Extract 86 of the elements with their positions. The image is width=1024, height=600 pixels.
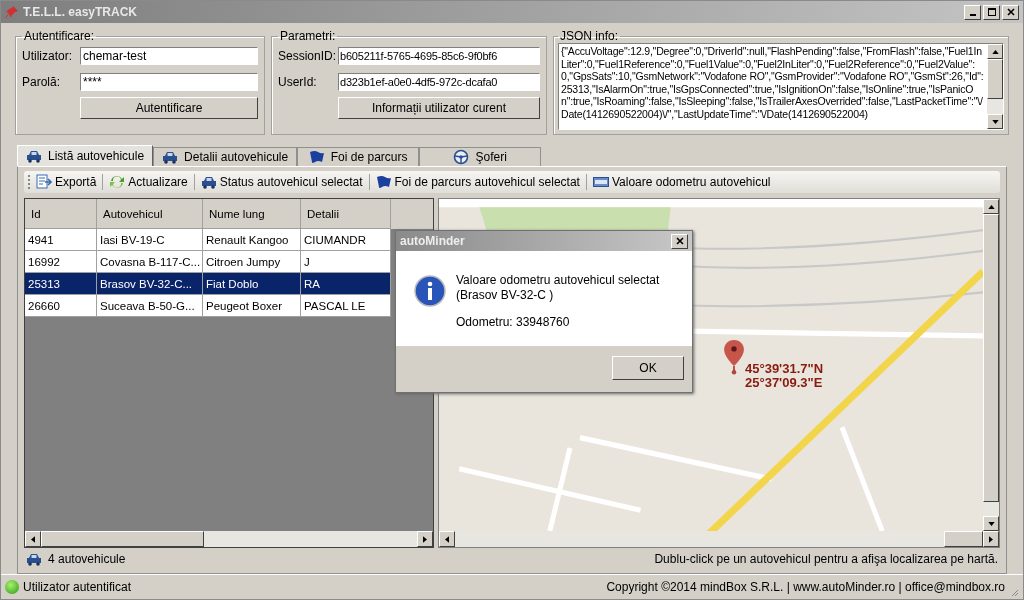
scroll-right-button[interactable] (417, 531, 433, 547)
arrow-right-icon (989, 535, 993, 543)
arrow-up-icon (991, 49, 999, 54)
table-row[interactable]: 16992 Covasna B-117-C... Citroen Jumpy J (25, 251, 391, 273)
scroll-up-button[interactable] (987, 44, 1003, 59)
login-button[interactable]: Autentificare (80, 97, 258, 119)
export-icon (36, 174, 52, 190)
hint-text: Dublu-click pe un autovehicul pentru a afişa localizarea pe hartă. (654, 552, 998, 566)
table-cell: PASCAL LE (301, 295, 391, 317)
odometer-icon (592, 176, 609, 188)
coordinate-label: 25°37'09.3"E (745, 376, 824, 390)
table-row[interactable]: 26660 Suceava B-50-G... Peugeot Boxer PASCAL LE (25, 295, 391, 317)
dialog-message: (Brasov BV-32-C ) (456, 288, 555, 303)
user-info-button[interactable]: Informații utilizator curent (338, 97, 540, 119)
toolbar-button[interactable]: Valoare odometru autovehicul (592, 175, 771, 189)
table-cell: 26660 (25, 295, 97, 317)
scroll-down-button[interactable] (983, 516, 999, 531)
field-label: UserId: (278, 75, 318, 89)
maximize-button[interactable] (983, 4, 1000, 20)
maximize-icon (986, 7, 997, 17)
info-icon (414, 275, 446, 307)
table-cell: Peugeot Boxer (203, 295, 301, 317)
toolbar-button[interactable]: Actualizare (109, 174, 188, 190)
arrow-left-icon (31, 535, 35, 543)
car-icon (162, 150, 179, 164)
arrow-down-icon (991, 119, 999, 124)
window-title: T.E.L.L. easyTRACK (23, 5, 138, 19)
scrollbar-thumb[interactable] (41, 531, 205, 547)
group-title: JSON info: (559, 29, 620, 43)
group-title: Parametri: (279, 29, 337, 43)
status-text: Utilizator autentificat (23, 580, 132, 594)
coordinate-label: 45°39'31.7"N (745, 362, 824, 376)
arrow-right-icon (423, 535, 427, 543)
pushpin-icon (5, 5, 19, 19)
tab[interactable]: Detalii autovehicule (153, 147, 298, 166)
car-icon (26, 552, 42, 566)
flag-icon (308, 150, 325, 164)
table-cell: Suceava B-50-G... (97, 295, 203, 317)
status-light-icon (5, 580, 19, 594)
resize-grip-icon[interactable] (1009, 587, 1019, 597)
toolbar-button[interactable]: Exportă (36, 174, 97, 190)
minimize-button[interactable] (964, 4, 981, 20)
close-icon (1005, 7, 1016, 17)
scrollbar-thumb[interactable] (987, 59, 1003, 99)
arrow-up-icon (987, 204, 995, 209)
toolbar-button[interactable]: Foi de parcurs autovehicul selectat (375, 175, 580, 189)
field-label: SessionID: (278, 49, 334, 63)
username-field[interactable]: chemar-test (80, 47, 258, 65)
tab[interactable]: Foi de parcurs (297, 147, 420, 166)
arrow-down-icon (987, 521, 995, 526)
scrollbar-thumb[interactable] (943, 531, 983, 547)
scroll-left-button[interactable] (25, 531, 41, 547)
refresh-icon (109, 174, 126, 190)
tab[interactable]: Listă autovehicule (17, 145, 154, 166)
field-label: Utilizator: (22, 49, 73, 63)
scroll-up-button[interactable] (983, 199, 999, 214)
copyright-text: Copyright ©2014 mindBox S.R.L. | www.autoMinder.ro | office@mindbox.ro (606, 580, 1005, 594)
close-button[interactable] (1002, 4, 1019, 20)
vehicle-count: 4 autovehicule (48, 552, 126, 566)
minimize-icon (969, 14, 976, 16)
car-icon (26, 149, 42, 163)
dialog-title: autoMinder (400, 234, 465, 248)
scrollbar-thumb[interactable] (983, 214, 999, 502)
group-title: Autentificare: (23, 29, 96, 43)
password-field[interactable]: **** (80, 73, 258, 91)
toolbar-button[interactable]: Status autovehicul selectat (200, 175, 363, 189)
table-row[interactable]: 4941 Iasi BV-19-C Renault Kangoo CIUMANDR (25, 229, 391, 251)
user-id-field[interactable]: d323b1ef-a0e0-4df5-972c-dcafa0 (338, 73, 540, 91)
scroll-right-button[interactable] (983, 531, 999, 547)
scroll-down-button[interactable] (987, 114, 1003, 129)
session-id-field[interactable]: b605211f-5765-4695-85c6-9f0bf6 (338, 47, 540, 65)
arrow-left-icon (445, 535, 449, 543)
map-pin-icon (723, 339, 745, 375)
steering-wheel-icon (453, 149, 470, 165)
dialog-message: Valoare odometru autovehicul selectat (456, 273, 660, 288)
table-row[interactable]: 25313 Brasov BV-32-C... Fiat Doblo RA (25, 273, 391, 295)
flag-icon (375, 175, 392, 189)
close-icon (674, 236, 685, 246)
json-text-area[interactable]: {"AccuVoltage":12.9,"Degree":0,"DriverId":null,"FlashPending":false,"FromFlash":false,"Fuel1InLiter":0,"Fuel1Reference":0,"Fuel1Value":0,"Fuel2InLiter":0,"Fuel2Reference":0,"Fuel2Value":0,"GpsSats":10,"GsmNetwork":"Vodafone RO","GsmProvider":"Vodafone RO","GsmSt":26,"Id":25313,"IsAlarmOn":true,"IsGpsConnected":true,"IsIgnitionOn":false,"IsOnline":true,"IsPanicOn":true,"IsRoaming":false,"IsSleeping":false,"IsTrailerAxesOverrided":false,"LastPacketTime":"\/Date(1412690522004)\/","LastUpdateTime":"\/Date(1412690522004) (558, 43, 1004, 130)
odometer-value: Odometru: 33948760 (456, 315, 571, 330)
car-icon (200, 175, 217, 189)
field-label: Parolă: (22, 75, 62, 89)
close-button[interactable] (671, 233, 688, 249)
tab[interactable]: Şoferi (419, 147, 542, 166)
ok-button[interactable]: OK (612, 356, 684, 380)
scroll-left-button[interactable] (439, 531, 455, 547)
